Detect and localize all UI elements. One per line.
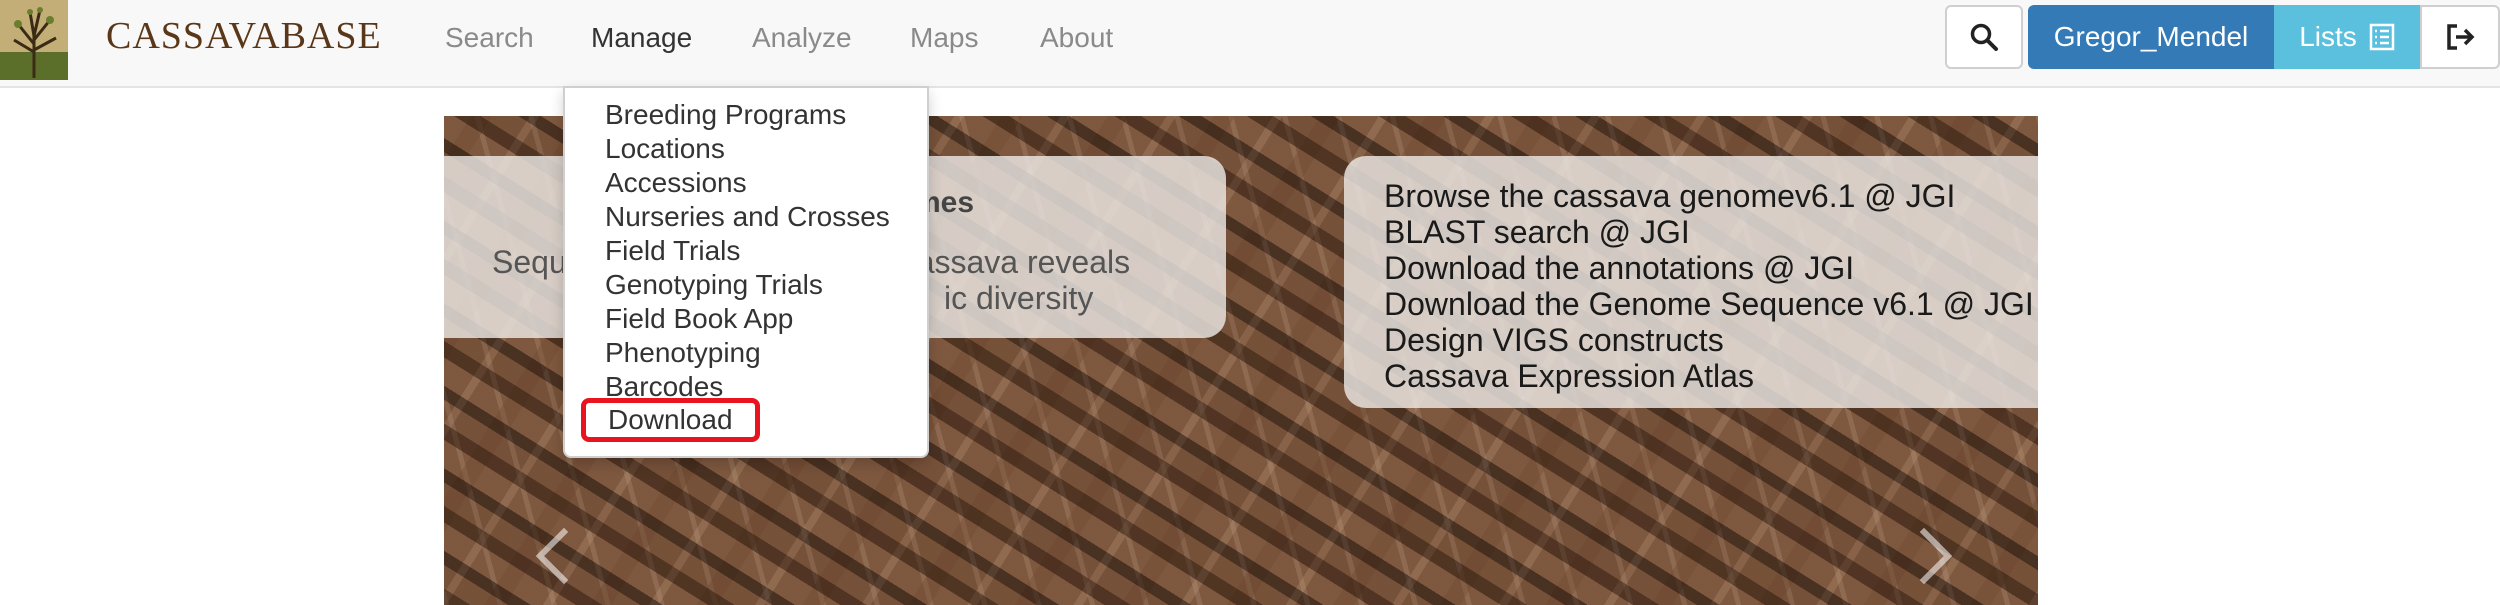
lists-label: Lists (2299, 21, 2357, 52)
logout-icon (2447, 24, 2475, 50)
nav-search[interactable]: Search (445, 18, 534, 58)
cassava-tree-logo[interactable] (0, 0, 68, 80)
nav-manage[interactable]: Manage (591, 18, 692, 58)
caption-line2-fragment: ic diversity (944, 280, 1094, 316)
link-download-genome-sequence[interactable]: Download the Genome Sequence v6.1 @ JGI (1384, 286, 2034, 322)
manage-dropdown-menu: Breeding Programs Locations Accessions N… (563, 86, 929, 458)
menu-item-phenotyping[interactable]: Phenotyping (605, 336, 761, 370)
nav-analyze[interactable]: Analyze (752, 18, 852, 58)
carousel-next-arrow-icon[interactable] (1895, 527, 1953, 585)
link-browse-genome[interactable]: Browse the cassava genomev6.1 @ JGI (1384, 178, 2034, 214)
menu-item-field-book-app[interactable]: Field Book App (605, 302, 793, 336)
link-download-annotations[interactable]: Download the annotations @ JGI (1384, 250, 2034, 286)
nav-maps[interactable]: Maps (910, 18, 978, 58)
menu-item-breeding-programs[interactable]: Breeding Programs (605, 98, 846, 132)
menu-item-accessions[interactable]: Accessions (605, 166, 747, 200)
menu-item-locations[interactable]: Locations (605, 132, 725, 166)
genome-links-panel: Browse the cassava genomev6.1 @ JGI BLAS… (1344, 156, 2038, 408)
link-expression-atlas[interactable]: Cassava Expression Atlas (1384, 358, 2034, 394)
logout-button[interactable] (2420, 5, 2500, 69)
link-blast-search[interactable]: BLAST search @ JGI (1384, 214, 2034, 250)
nav-about[interactable]: About (1040, 18, 1113, 58)
menu-item-genotyping-trials[interactable]: Genotyping Trials (605, 268, 823, 302)
search-button[interactable] (1945, 5, 2023, 69)
genome-links-list: Browse the cassava genomev6.1 @ JGI BLAS… (1384, 178, 2034, 394)
menu-item-nurseries-and-crosses[interactable]: Nurseries and Crosses (605, 200, 890, 234)
search-icon (1970, 23, 1998, 51)
user-button[interactable]: Gregor_Mendel (2028, 5, 2274, 69)
list-icon (2369, 23, 2395, 51)
caption-line1-fragment-a: Sequ (492, 244, 567, 280)
carousel-prev-arrow-icon[interactable] (535, 527, 593, 585)
brand-name[interactable]: CASSAVABASE (106, 14, 382, 58)
top-navbar: CASSAVABASE Search Manage Analyze Maps A… (0, 0, 2500, 88)
menu-item-download[interactable]: Download (581, 398, 760, 442)
menu-item-field-trials[interactable]: Field Trials (605, 234, 740, 268)
link-design-vigs[interactable]: Design VIGS constructs (1384, 322, 2034, 358)
tree-logo-icon (0, 0, 68, 80)
lists-button[interactable]: Lists (2274, 5, 2420, 69)
